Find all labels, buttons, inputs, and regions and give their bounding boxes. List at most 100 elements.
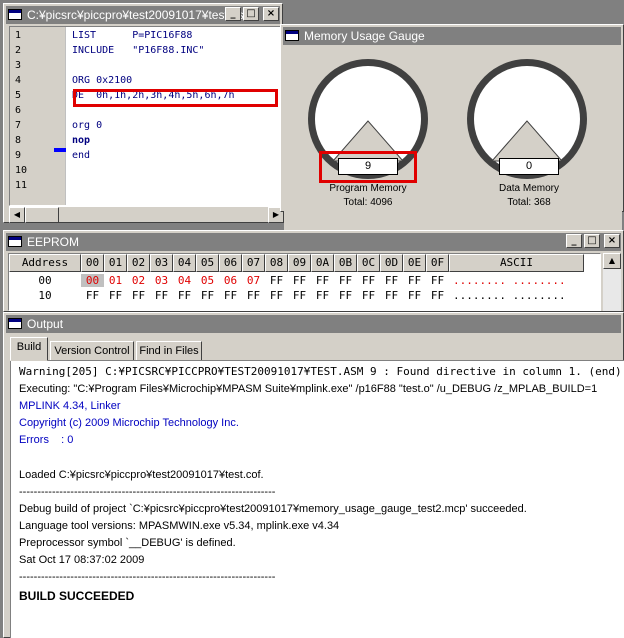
minimize-button[interactable]: _ — [225, 7, 241, 21]
output-line: ----------------------------------------… — [19, 571, 276, 583]
window-icon — [8, 9, 22, 20]
eeprom-cell[interactable]: 03 — [150, 274, 173, 287]
column-header[interactable]: 03 — [150, 254, 173, 272]
eeprom-cell[interactable]: 02 — [127, 274, 150, 287]
eeprom-cell[interactable]: FF — [403, 274, 426, 287]
program-counter-arrow-icon — [54, 148, 66, 152]
program-memory-total: Total: 4096 — [343, 197, 393, 208]
eeprom-cell[interactable]: FF — [173, 289, 196, 302]
close-button[interactable]: × — [263, 7, 279, 21]
eeprom-cell[interactable]: FF — [265, 289, 288, 302]
gauge-title: Memory Usage Gauge — [304, 29, 425, 43]
eeprom-cell[interactable]: FF — [288, 274, 311, 287]
scroll-left-button[interactable]: ◀ — [9, 207, 25, 223]
column-header[interactable]: 0D — [380, 254, 403, 272]
column-header[interactable]: 00 — [81, 254, 104, 272]
editor-window: C:¥picsrc¥piccpro¥test20091017¥test.asm … — [3, 3, 284, 223]
eeprom-cell[interactable]: FF — [127, 289, 150, 302]
editor-horizontal-scrollbar[interactable]: ◀ ▶ — [9, 206, 284, 223]
line-number: 11 — [15, 180, 28, 191]
column-header[interactable]: 01 — [104, 254, 127, 272]
window-icon — [8, 318, 22, 329]
column-header[interactable]: 0E — [403, 254, 426, 272]
gauge-titlebar[interactable]: Memory Usage Gauge — [283, 27, 621, 45]
eeprom-cell[interactable]: FF — [380, 274, 403, 287]
eeprom-cell[interactable]: FF — [104, 289, 127, 302]
scroll-up-button[interactable]: ▲ — [603, 253, 621, 269]
line-number-gutter: 1 2 3 4 5 6 7 8 9 10 11 — [10, 27, 66, 205]
eeprom-cell[interactable]: FF — [242, 289, 265, 302]
column-header[interactable]: 09 — [288, 254, 311, 272]
output-titlebar[interactable]: Output — [6, 315, 621, 333]
eeprom-cell[interactable]: 04 — [173, 274, 196, 287]
eeprom-vertical-scrollbar[interactable]: ▲ — [603, 253, 621, 311]
code-editor[interactable]: 1 2 3 4 5 6 7 8 9 10 11 LIST P=PIC16F88 INCLUDE "P1… — [9, 26, 284, 206]
eeprom-cell[interactable]: FF — [81, 289, 104, 302]
eeprom-cell[interactable]: FF — [357, 274, 380, 287]
eeprom-cell[interactable]: FF — [334, 289, 357, 302]
eeprom-grid[interactable]: Address 00 01 02 03 04 05 06 07 08 09 0A 0B 0C 0D 0E 0F A… — [8, 253, 601, 311]
column-header[interactable]: 04 — [173, 254, 196, 272]
eeprom-cell[interactable]: FF — [219, 289, 242, 302]
window-icon — [8, 236, 22, 247]
column-header[interactable]: 0A — [311, 254, 334, 272]
eeprom-cell[interactable]: FF — [150, 289, 173, 302]
output-line: Errors : 0 — [19, 434, 74, 446]
column-header[interactable]: 0F — [426, 254, 449, 272]
eeprom-cell[interactable]: 01 — [104, 274, 127, 287]
tab-version-control[interactable]: Version Control — [50, 341, 134, 361]
column-header[interactable]: 07 — [242, 254, 265, 272]
column-header[interactable]: 05 — [196, 254, 219, 272]
eeprom-cell[interactable]: FF — [334, 274, 357, 287]
tab-build[interactable]: Build — [10, 337, 48, 361]
eeprom-cell[interactable]: FF — [426, 289, 449, 302]
eeprom-cell[interactable]: FF — [403, 289, 426, 302]
maximize-button[interactable]: □ — [243, 7, 259, 21]
address-cell: 10 — [38, 289, 52, 302]
eeprom-cell[interactable]: FF — [357, 289, 380, 302]
close-button[interactable]: × — [604, 234, 620, 248]
column-header[interactable]: 02 — [127, 254, 150, 272]
editor-titlebar[interactable]: C:¥picsrc¥piccpro¥test20091017¥test.asm … — [6, 6, 280, 24]
eeprom-cell[interactable]: FF — [196, 289, 219, 302]
line-number: 3 — [15, 60, 22, 71]
column-header[interactable]: 08 — [265, 254, 288, 272]
eeprom-cell[interactable]: FF — [311, 289, 334, 302]
eeprom-cell[interactable]: 06 — [219, 274, 242, 287]
column-header[interactable]: 0C — [357, 254, 380, 272]
output-line: Preprocessor symbol `__DEBUG' is defined… — [19, 537, 236, 549]
eeprom-cell[interactable]: FF — [380, 289, 403, 302]
eeprom-cell[interactable]: 05 — [196, 274, 219, 287]
code-line: end — [72, 150, 91, 161]
eeprom-cell[interactable]: FF — [288, 289, 311, 302]
maximize-button[interactable]: □ — [584, 234, 600, 248]
ascii-cell: ........ ........ — [453, 274, 566, 287]
eeprom-window: EEPROM _ □ × Address 00 01 02 03 04 05 06 07 08 09… — [3, 230, 624, 312]
line-number: 10 — [15, 165, 28, 176]
eeprom-cell[interactable]: FF — [265, 274, 288, 287]
column-header[interactable]: Address — [9, 254, 81, 272]
tab-find-in-files[interactable]: Find in Files — [136, 341, 202, 361]
address-cell: 00 — [38, 274, 52, 287]
line-number: 1 — [15, 30, 22, 41]
output-line: Copyright (c) 2009 Microchip Technology … — [19, 417, 239, 429]
build-output-pane[interactable]: Warning[205] C:¥PICSRC¥PICCPRO¥TEST20091… — [10, 360, 624, 638]
column-header[interactable]: 0B — [334, 254, 357, 272]
eeprom-cell[interactable]: 00 — [81, 274, 104, 287]
program-memory-label: Program Memory — [329, 183, 407, 194]
eeprom-cell[interactable]: FF — [426, 274, 449, 287]
gauge-panel: 9 Program Memory Total: 4096 0 Data Memo… — [284, 47, 622, 233]
column-header[interactable]: ASCII — [449, 254, 584, 272]
eeprom-titlebar[interactable]: EEPROM _ □ × — [6, 233, 621, 251]
window-icon — [285, 30, 299, 41]
data-memory-value: 0 — [499, 158, 559, 175]
line-number: 9 — [15, 150, 22, 161]
scroll-thumb[interactable] — [25, 207, 59, 223]
eeprom-cell[interactable]: 07 — [242, 274, 265, 287]
column-header[interactable]: 06 — [219, 254, 242, 272]
minimize-button[interactable]: _ — [566, 234, 582, 248]
eeprom-cell[interactable]: FF — [311, 274, 334, 287]
highlight-box-de-line — [73, 89, 278, 107]
line-number: 8 — [15, 135, 22, 146]
data-memory-label: Data Memory — [498, 183, 559, 194]
